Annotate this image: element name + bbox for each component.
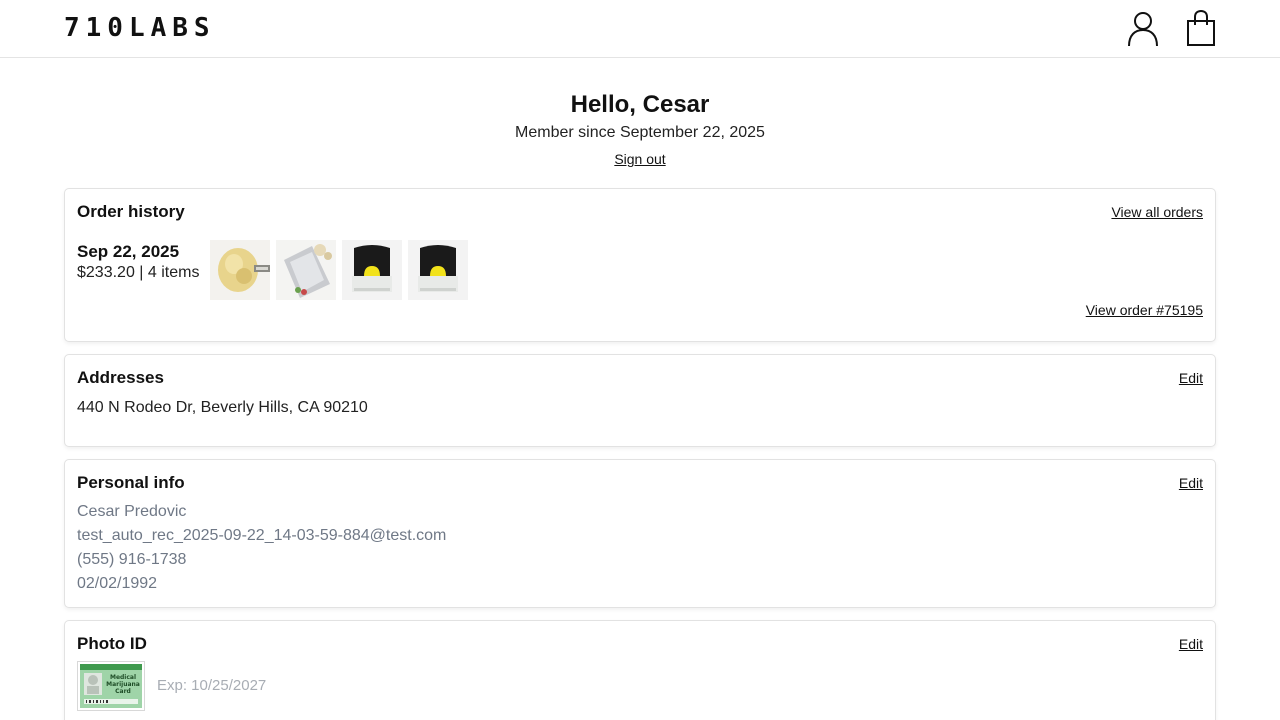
id-expiry-text: Exp: 10/25/2027	[157, 677, 267, 694]
page-title: Hello, Cesar	[570, 91, 710, 118]
sign-out-wrapper: Sign out	[0, 150, 1280, 169]
address-text: 440 N Rodeo Dr, Beverly Hills, CA 90210	[77, 399, 368, 416]
photo-id-card: Photo ID Edit Medical Marijuana Card Exp…	[64, 620, 1216, 720]
addresses-card: Addresses Edit 440 N Rodeo Dr, Beverly H…	[64, 354, 1216, 447]
view-order-link[interactable]: View order #75195	[1086, 301, 1203, 319]
pouch-thumbnail[interactable]	[276, 240, 336, 300]
customer-email: test_auto_rec_2025-09-22_14-03-59-884@te…	[77, 527, 447, 544]
customer-name: Cesar Predovic	[77, 503, 187, 520]
vape-pod-thumbnail[interactable]	[342, 240, 402, 300]
member-since-text: Member since September 22, 2025	[515, 124, 765, 141]
order-thumbnails	[210, 240, 468, 300]
edit-personal-info-link[interactable]: Edit	[1179, 474, 1203, 492]
rosin-jar-thumbnail[interactable]	[210, 240, 270, 300]
customer-phone: (555) 916-1738	[77, 551, 187, 568]
svg-text:Marijuana: Marijuana	[106, 681, 140, 688]
svg-text:Card: Card	[115, 688, 131, 695]
vape-pod-thumbnail[interactable]	[408, 240, 468, 300]
photo-id-title: Photo ID	[77, 634, 147, 653]
user-icon[interactable]	[1123, 8, 1163, 48]
sign-out-link[interactable]: Sign out	[614, 151, 665, 167]
order-history-title: Order history	[77, 202, 185, 221]
addresses-title: Addresses	[77, 368, 164, 387]
personal-info-card: Personal info Edit Cesar Predovic test_a…	[64, 459, 1216, 608]
id-card-thumbnail[interactable]: Medical Marijuana Card	[77, 661, 145, 711]
order-date: Sep 22, 2025	[77, 242, 180, 261]
edit-addresses-link[interactable]: Edit	[1179, 369, 1203, 387]
customer-dob: 02/02/1992	[77, 575, 158, 592]
order-summary: $233.20 | 4 items	[77, 264, 200, 281]
site-header: 710LABS	[0, 0, 1280, 58]
view-all-orders-link[interactable]: View all orders	[1111, 203, 1203, 221]
svg-text:Medical: Medical	[110, 674, 136, 681]
order-history-card: Order history View all orders Sep 22, 20…	[64, 188, 1216, 342]
shopping-bag-icon[interactable]	[1181, 8, 1221, 48]
edit-photo-id-link[interactable]: Edit	[1179, 635, 1203, 653]
personal-info-title: Personal info	[77, 473, 185, 492]
brand-logo[interactable]: 710LABS	[64, 15, 216, 41]
